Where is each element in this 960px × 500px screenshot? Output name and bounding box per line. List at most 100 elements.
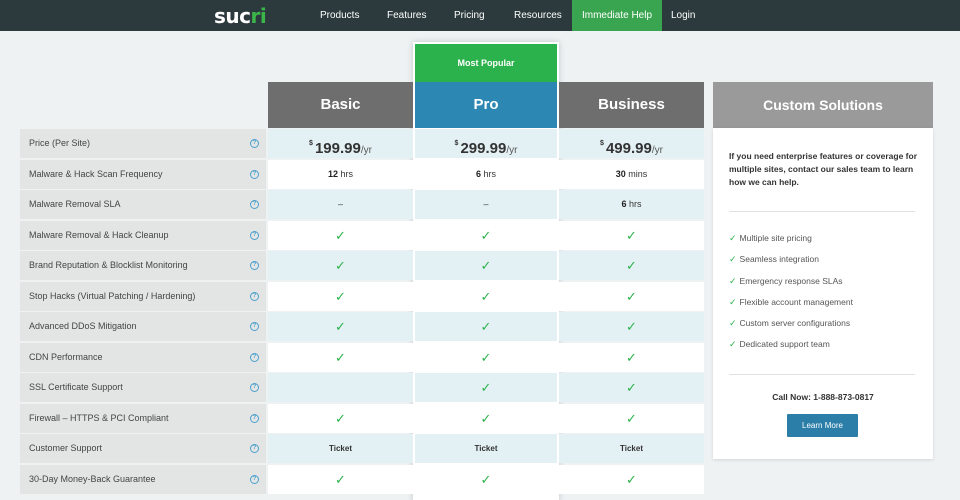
- check-icon: ✓: [729, 339, 737, 350]
- feature-label: Stop Hacks (Virtual Patching / Hardening…: [20, 282, 266, 311]
- check-icon: ✓: [559, 343, 704, 372]
- feature-label: Advanced DDoS Mitigation: [20, 312, 266, 341]
- check-icon: ✓: [729, 254, 737, 265]
- check-icon: ✓: [729, 318, 737, 329]
- plan-header-pro: Pro: [415, 82, 557, 128]
- price-basic: $199.99/yr: [268, 129, 413, 158]
- check-icon: ✓: [415, 404, 557, 433]
- check-icon: ✓: [729, 233, 737, 243]
- help-icon[interactable]: ?: [250, 444, 259, 453]
- nav-immediate-help[interactable]: Immediate Help: [572, 0, 662, 31]
- help-icon[interactable]: ?: [250, 475, 259, 484]
- check-icon: ✓: [415, 465, 557, 494]
- removal-sla-basic: –: [268, 190, 413, 219]
- most-popular-badge: Most Popular: [415, 44, 557, 82]
- scan-frequency-pro: 6 hrs: [415, 160, 557, 189]
- feature-label: Price (Per Site): [20, 129, 266, 158]
- nav-pricing[interactable]: Pricing: [454, 0, 485, 31]
- list-item: ✓ Custom server configurations: [729, 318, 851, 329]
- feature-row: CDN Performance ? ✓ ✓ ✓: [20, 343, 704, 372]
- check-icon: ✓: [415, 282, 557, 311]
- check-icon: ✓: [559, 373, 704, 402]
- check-icon: ✓: [268, 312, 413, 341]
- removal-sla-pro: –: [415, 190, 557, 219]
- removal-sla-business: 6 hrs: [559, 190, 704, 219]
- call-now-text: Call Now: 1-888-873-0817: [772, 392, 874, 402]
- nav-login[interactable]: Login: [671, 0, 695, 31]
- list-item: ✓ Emergency response SLAs: [729, 275, 843, 286]
- feature-label: Firewall – HTTPS & PCI Compliant: [20, 404, 266, 433]
- scan-frequency-business: 30 mins: [559, 160, 704, 189]
- feature-row: 30-Day Money-Back Guarantee ? ✓ ✓ ✓: [20, 465, 704, 494]
- check-icon: ✓: [415, 312, 557, 341]
- check-icon: ✓: [559, 312, 704, 341]
- custom-solutions-card: If you need enterprise features or cover…: [713, 128, 933, 459]
- help-icon[interactable]: ?: [250, 383, 259, 392]
- feature-row: Stop Hacks (Virtual Patching / Hardening…: [20, 282, 704, 311]
- nav-resources[interactable]: Resources: [514, 0, 562, 31]
- feature-row: Malware Removal SLA ? – – 6 hrs: [20, 190, 704, 219]
- learn-more-button[interactable]: Learn More: [787, 414, 858, 437]
- support-business: Ticket: [559, 434, 704, 463]
- custom-intro-text: If you need enterprise features or cover…: [729, 151, 918, 187]
- help-icon[interactable]: ?: [250, 414, 259, 423]
- check-icon: ✓: [559, 251, 704, 280]
- plan-header-business: Business: [559, 82, 704, 128]
- list-item: ✓ Dedicated support team: [729, 339, 830, 350]
- divider: [729, 374, 915, 375]
- feature-label: Brand Reputation & Blocklist Monitoring: [20, 251, 266, 280]
- help-icon[interactable]: ?: [250, 139, 259, 148]
- help-icon[interactable]: ?: [250, 170, 259, 179]
- check-icon: ✓: [268, 282, 413, 311]
- help-icon[interactable]: ?: [250, 322, 259, 331]
- feature-label: SSL Certificate Support: [20, 373, 266, 402]
- price-business: $499.99/yr: [559, 129, 704, 158]
- help-icon[interactable]: ?: [250, 353, 259, 362]
- check-icon: ✓: [559, 221, 704, 250]
- price-pro: $299.99/yr: [415, 129, 557, 158]
- plan-header-basic: Basic: [268, 82, 413, 128]
- empty-cell: [268, 373, 413, 402]
- check-icon: ✓: [268, 343, 413, 372]
- check-icon: ✓: [559, 465, 704, 494]
- support-basic: Ticket: [268, 434, 413, 463]
- check-icon: ✓: [415, 373, 557, 402]
- feature-row: SSL Certificate Support ? ✓ ✓: [20, 373, 704, 402]
- custom-feature-list: ✓ Multiple site pricing ✓ Seamless integra…: [729, 228, 921, 356]
- help-icon[interactable]: ?: [250, 200, 259, 209]
- help-icon[interactable]: ?: [250, 231, 259, 240]
- check-icon: ✓: [268, 404, 413, 433]
- feature-row: Firewall – HTTPS & PCI Compliant ? ✓ ✓ ✓: [20, 404, 704, 433]
- check-icon: ✓: [729, 296, 737, 307]
- feature-row: Price (Per Site) ? $199.99/yr $299.99/yr…: [20, 129, 704, 158]
- support-pro: Ticket: [415, 434, 557, 463]
- nav-features[interactable]: Features: [387, 0, 426, 31]
- feature-row: Malware Removal & Hack Cleanup ? ✓ ✓ ✓: [20, 221, 704, 250]
- help-icon[interactable]: ?: [250, 261, 259, 270]
- check-icon: ✓: [415, 251, 557, 280]
- feature-label: Malware Removal SLA: [20, 190, 266, 219]
- list-item: ✓ Multiple site pricing: [729, 233, 812, 243]
- feature-row: Malware & Hack Scan Frequency ? 12 hrs 6…: [20, 160, 704, 189]
- sucuri-logo[interactable]: sucri: [214, 5, 267, 27]
- list-item: ✓ Flexible account management: [729, 296, 853, 307]
- help-icon[interactable]: ?: [250, 292, 259, 301]
- check-icon: ✓: [559, 282, 704, 311]
- check-icon: ✓: [268, 465, 413, 494]
- check-icon: ✓: [268, 251, 413, 280]
- feature-label: Malware Removal & Hack Cleanup: [20, 221, 266, 250]
- feature-label: Malware & Hack Scan Frequency: [20, 160, 266, 189]
- custom-solutions-header: Custom Solutions: [713, 82, 933, 128]
- feature-label: Customer Support: [20, 434, 266, 463]
- list-item: ✓ Seamless integration: [729, 254, 819, 265]
- top-navigation: sucri Products Features Pricing Resource…: [0, 0, 960, 31]
- feature-row: Advanced DDoS Mitigation ? ✓ ✓ ✓: [20, 312, 704, 341]
- nav-products[interactable]: Products: [320, 0, 359, 31]
- feature-label: 30-Day Money-Back Guarantee: [20, 465, 266, 494]
- check-icon: ✓: [415, 221, 557, 250]
- check-icon: ✓: [268, 221, 413, 250]
- feature-row: Brand Reputation & Blocklist Monitoring …: [20, 251, 704, 280]
- feature-row: Customer Support ? Ticket Ticket Ticket: [20, 434, 704, 463]
- check-icon: ✓: [559, 404, 704, 433]
- divider: [729, 211, 915, 212]
